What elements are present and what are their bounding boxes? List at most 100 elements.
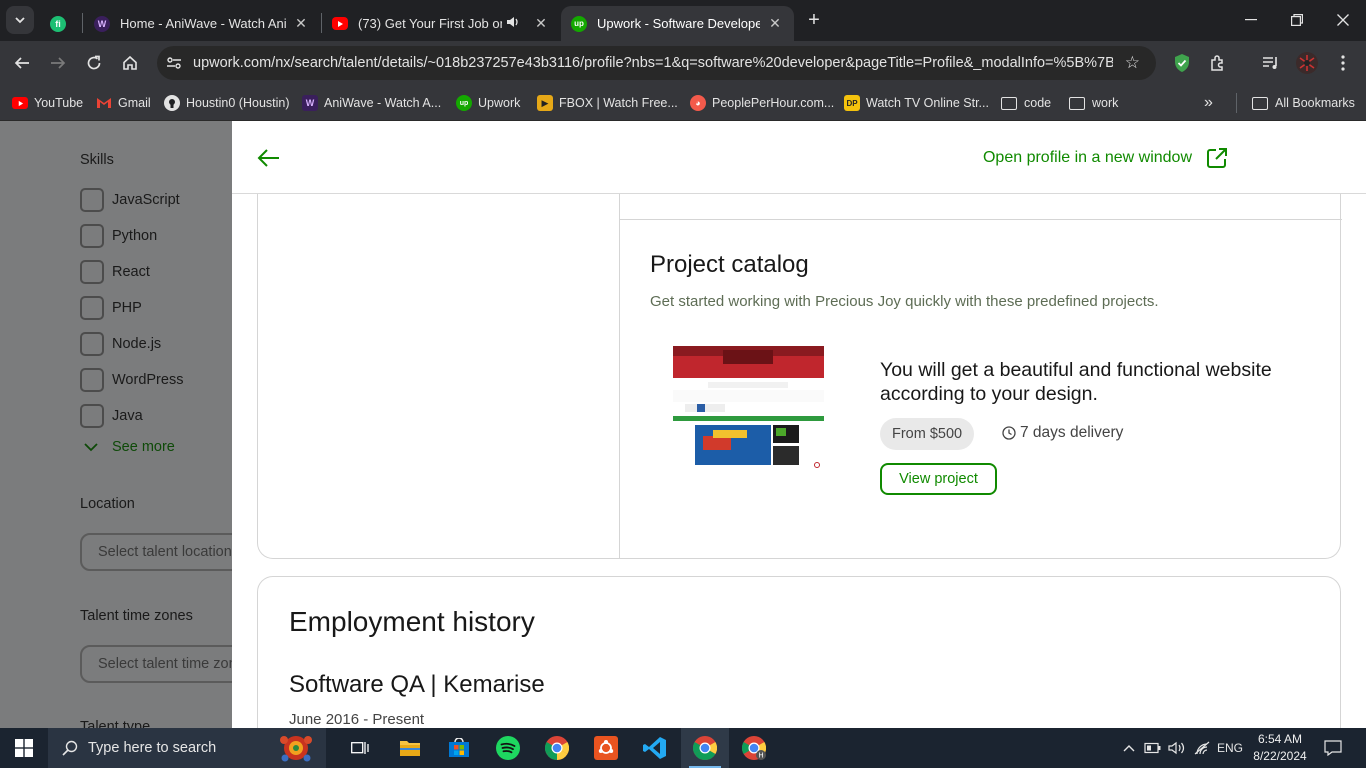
tab-aniwave[interactable]: W Home - AniWave - Watch Anim ✕ xyxy=(84,6,320,41)
wifi-icon[interactable] xyxy=(1191,728,1213,768)
speaker-icon[interactable] xyxy=(506,15,520,32)
vscode-icon xyxy=(643,737,666,759)
filters-sidebar: Skills JavaScript Python React PHP Node.… xyxy=(0,121,250,728)
see-more-link[interactable]: See more xyxy=(84,439,175,455)
skill-checkbox[interactable]: Java xyxy=(80,404,143,428)
taskbar-chrome-profile[interactable]: H xyxy=(730,728,778,768)
checkbox[interactable] xyxy=(80,368,104,392)
file-explorer-icon xyxy=(400,741,420,756)
column-divider xyxy=(619,161,620,558)
view-project-button[interactable]: View project xyxy=(880,463,997,495)
show-hidden-icons-chevron-icon[interactable] xyxy=(1118,728,1140,768)
tab-search-button[interactable] xyxy=(6,6,34,34)
skill-checkbox[interactable]: Node.js xyxy=(80,332,161,356)
checkbox-label: Python xyxy=(112,228,158,244)
checkbox[interactable] xyxy=(80,260,104,284)
gmail-icon xyxy=(96,95,112,111)
media-controls-icon[interactable] xyxy=(1260,52,1282,74)
taskbar-chrome-active[interactable] xyxy=(681,728,729,768)
taskbar-search-box[interactable]: Type here to search xyxy=(48,728,326,768)
bookmark-folder-code[interactable]: code xyxy=(1001,92,1051,114)
minimize-icon xyxy=(1245,19,1257,21)
checkbox-label: Java xyxy=(112,408,143,424)
project-name[interactable]: You will get a beautiful and functional … xyxy=(880,358,1310,406)
address-bar[interactable]: upwork.com/nx/search/talent/details/~018… xyxy=(157,46,1156,80)
new-tab-button[interactable]: + xyxy=(803,9,825,31)
tab-fiverr[interactable]: fi xyxy=(40,6,80,41)
more-bookmarks-chevron-icon[interactable]: » xyxy=(1204,92,1213,114)
checkbox-label: WordPress xyxy=(112,372,184,388)
taskbar-vscode[interactable] xyxy=(631,728,679,768)
bookmark-upwork[interactable]: up Upwork xyxy=(456,92,520,114)
volume-icon[interactable] xyxy=(1166,728,1188,768)
taskbar-spotify[interactable] xyxy=(484,728,532,768)
bookmark-github[interactable]: Houstin0 (Houstin) xyxy=(164,92,290,114)
extensions-puzzle-icon[interactable] xyxy=(1207,52,1229,74)
clock-date: 8/22/2024 xyxy=(1253,749,1307,763)
language-indicator[interactable]: ENG xyxy=(1214,728,1246,768)
arrow-right-icon xyxy=(51,57,66,69)
open-profile-new-window-link[interactable]: Open profile in a new window xyxy=(983,147,1228,169)
upwork-icon: up xyxy=(571,15,587,32)
back-arrow-button[interactable] xyxy=(256,145,282,171)
taskbar-chrome[interactable] xyxy=(533,728,581,768)
tab-upwork[interactable]: up Upwork - Software Developer ✕ xyxy=(561,6,794,41)
location-select[interactable]: Select talent locations xyxy=(80,533,250,571)
page-content: Skills JavaScript Python React PHP Node.… xyxy=(0,121,1366,728)
bookmark-youtube[interactable]: YouTube xyxy=(12,92,83,114)
skills-filter-title: Skills xyxy=(80,152,114,168)
bookmark-star-icon[interactable]: ☆ xyxy=(1125,53,1140,73)
skill-checkbox[interactable]: PHP xyxy=(80,296,142,320)
start-button[interactable] xyxy=(0,728,48,768)
bookmark-fbox[interactable]: ▶ FBOX | Watch Free... xyxy=(537,92,678,114)
bookmark-aniwave[interactable]: W AniWave - Watch A... xyxy=(302,92,441,114)
bookmark-gmail[interactable]: Gmail xyxy=(96,92,151,114)
skill-checkbox[interactable]: React xyxy=(80,260,150,284)
timezones-select[interactable]: Select talent time zones xyxy=(80,645,250,683)
taskbar-microsoft-store[interactable] xyxy=(435,728,483,768)
project-thumbnail[interactable] xyxy=(673,346,824,471)
taskbar-file-explorer[interactable] xyxy=(386,728,434,768)
forward-button[interactable] xyxy=(44,49,72,77)
tab-youtube[interactable]: (73) Get Your First Job on U ✕ xyxy=(322,6,560,41)
checkbox[interactable] xyxy=(80,332,104,356)
close-icon[interactable]: ✕ xyxy=(292,15,310,32)
checkbox[interactable] xyxy=(80,296,104,320)
bookmark-watch-tv[interactable]: DP Watch TV Online Str... xyxy=(844,92,989,114)
bookmark-label: work xyxy=(1092,96,1119,110)
site-info-icon[interactable] xyxy=(165,54,183,72)
notification-center-icon[interactable] xyxy=(1320,728,1346,768)
restore-button[interactable] xyxy=(1274,0,1320,40)
task-view-icon xyxy=(351,742,369,754)
back-button[interactable] xyxy=(8,49,36,77)
bookmark-folder-work[interactable]: work xyxy=(1069,92,1118,114)
close-icon[interactable]: ✕ xyxy=(532,15,550,32)
minimize-button[interactable] xyxy=(1228,0,1274,40)
close-icon[interactable]: ✕ xyxy=(766,15,784,32)
profile-avatar[interactable] xyxy=(1296,52,1318,74)
windows-logo-icon xyxy=(15,739,33,757)
chrome-icon xyxy=(693,736,717,760)
system-clock[interactable]: 6:54 AM 8/22/2024 xyxy=(1248,731,1312,765)
battery-icon[interactable] xyxy=(1142,728,1164,768)
skill-checkbox[interactable]: JavaScript xyxy=(80,188,180,212)
checkbox[interactable] xyxy=(80,224,104,248)
reload-icon xyxy=(87,55,101,70)
taskbar-ubuntu[interactable] xyxy=(582,728,630,768)
home-button[interactable] xyxy=(116,49,144,77)
all-bookmarks-folder[interactable]: All Bookmarks xyxy=(1252,92,1355,114)
skill-checkbox[interactable]: WordPress xyxy=(80,368,183,392)
youtube-icon xyxy=(332,17,348,30)
task-view-button[interactable] xyxy=(336,728,384,768)
close-icon xyxy=(1337,14,1349,26)
close-window-button[interactable] xyxy=(1320,0,1366,40)
checkbox[interactable] xyxy=(80,188,104,212)
bookmark-peopleperhour[interactable]: ◕ PeoplePerHour.com... xyxy=(690,92,834,114)
skill-checkbox[interactable]: Python xyxy=(80,224,157,248)
tab-title: (73) Get Your First Job on U xyxy=(358,16,502,31)
chrome-menu-icon[interactable] xyxy=(1332,52,1354,74)
checkbox[interactable] xyxy=(80,404,104,428)
chrome-profile-icon: H xyxy=(742,736,766,760)
shield-extension-icon[interactable] xyxy=(1171,52,1193,74)
reload-button[interactable] xyxy=(80,49,108,77)
